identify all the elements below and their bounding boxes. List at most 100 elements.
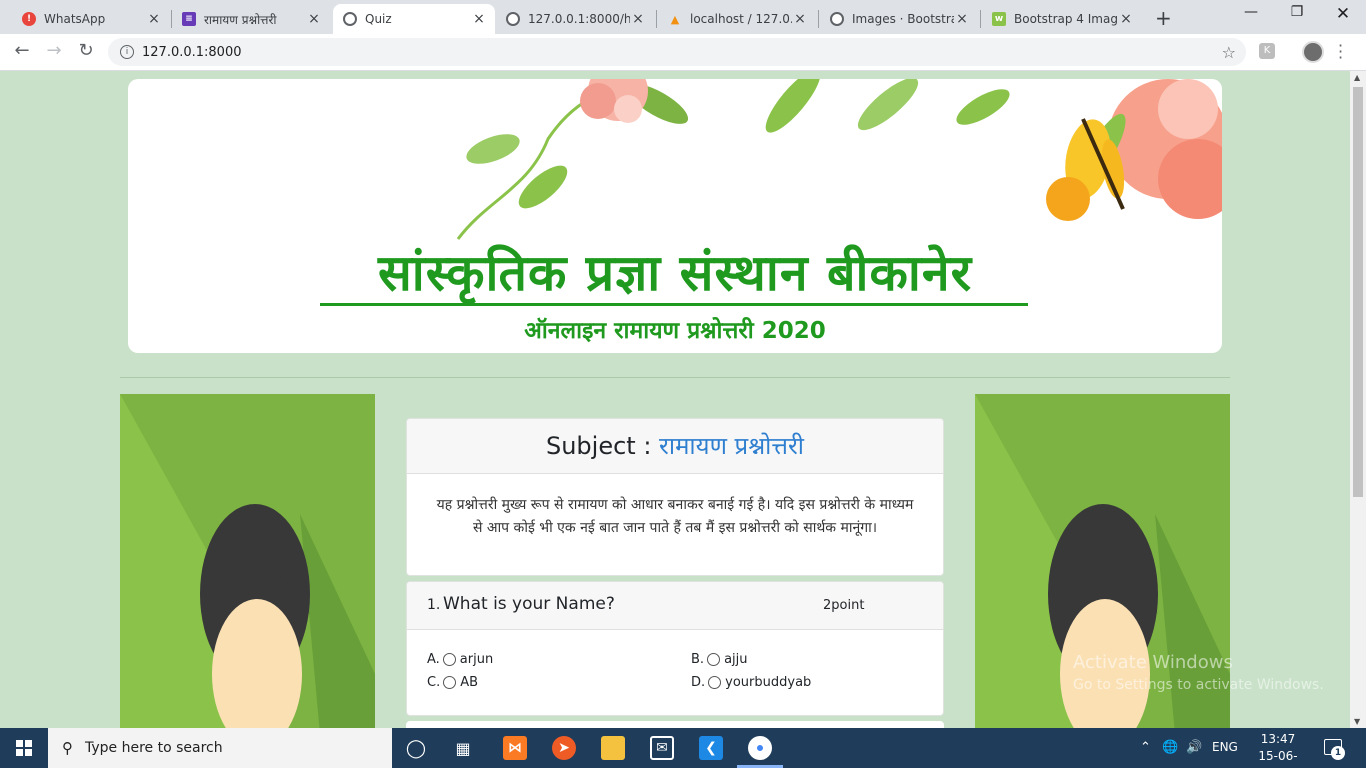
- tab-label: localhost / 127.0.0: [690, 12, 792, 26]
- browser-toolbar: ← → ↻ i 127.0.0.1:8000 ☆ K · · ·: [0, 34, 1366, 71]
- url-text[interactable]: 127.0.0.1:8000: [142, 45, 242, 60]
- network-globe-icon[interactable]: 🌐: [1162, 740, 1178, 755]
- scroll-up-icon[interactable]: ▲: [1354, 73, 1360, 82]
- option-label[interactable]: ajju: [724, 652, 747, 667]
- tab-close-icon[interactable]: ×: [630, 11, 646, 27]
- extension-icon[interactable]: K: [1259, 43, 1275, 59]
- option-a[interactable]: A. arjun: [427, 652, 493, 667]
- globe-icon: [506, 12, 520, 26]
- search-placeholder[interactable]: Type here to search: [85, 740, 223, 756]
- option-d[interactable]: D. yourbuddyab: [691, 675, 811, 690]
- address-bar[interactable]: i 127.0.0.1:8000 ☆: [108, 38, 1246, 66]
- tab-separator: [818, 10, 819, 28]
- tab-label: Quiz: [365, 12, 392, 26]
- option-c[interactable]: C. AB: [427, 675, 478, 690]
- windows-taskbar: ⚲ Type here to search ◯ ▦ ⋈ ➤ ✉ ❮ ⌃ 🌐 🔊 …: [0, 728, 1366, 768]
- tab-phpmyadmin[interactable]: ▲ localhost / 127.0.0 ×: [658, 4, 816, 34]
- tab-close-icon[interactable]: ×: [306, 11, 322, 27]
- page-viewport: सांस्कृतिक प्रज्ञा संस्थान बीकानेर ऑनलाइ…: [0, 71, 1350, 728]
- banner-underline: [320, 303, 1028, 306]
- option-label[interactable]: AB: [460, 675, 478, 690]
- option-letter: D.: [691, 675, 706, 690]
- phpmyadmin-icon: ▲: [670, 12, 680, 26]
- volume-icon[interactable]: 🔊: [1186, 740, 1202, 755]
- restore-button[interactable]: ❐: [1274, 4, 1320, 20]
- xampp-icon[interactable]: ⋈: [503, 736, 527, 760]
- search-icon: ⚲: [62, 739, 73, 757]
- google-forms-icon: ≡: [182, 12, 196, 26]
- scroll-down-icon[interactable]: ▼: [1354, 717, 1360, 726]
- notification-badge: 1: [1331, 746, 1345, 760]
- tab-bootstrap4-image[interactable]: w Bootstrap 4 Image ×: [982, 4, 1142, 34]
- radio-button[interactable]: [442, 653, 456, 666]
- tab-ramayan-form[interactable]: ≡ रामायण प्रश्नोत्तरी ×: [172, 4, 330, 34]
- info-icon[interactable]: i: [120, 45, 134, 59]
- whatsapp-alert-icon: !: [22, 12, 36, 26]
- reload-icon[interactable]: ↻: [74, 40, 98, 61]
- scrollbar-thumb[interactable]: [1353, 87, 1363, 497]
- floral-decoration-illustration: [456, 79, 1222, 240]
- mail-icon[interactable]: ✉: [650, 736, 674, 760]
- taskbar-clock[interactable]: 13:47 15-06-2020: [1248, 731, 1308, 768]
- tab-label: Images · Bootstrap: [852, 12, 954, 26]
- radio-button[interactable]: [443, 676, 457, 689]
- subject-header: Subject : रामायण प्रश्नोत्तरी: [407, 419, 943, 474]
- tab-label: रामायण प्रश्नोत्तरी: [204, 12, 277, 27]
- bootstrap-icon: w: [992, 12, 1006, 26]
- tab-label: 127.0.0.1:8000/hon: [528, 12, 630, 26]
- tab-close-icon[interactable]: ×: [471, 11, 487, 27]
- tab-label: WhatsApp: [44, 12, 106, 26]
- question-number: 1.: [427, 597, 441, 613]
- left-avatar-illustration: [120, 394, 375, 728]
- tab-bootstrap-images[interactable]: Images · Bootstrap ×: [820, 4, 978, 34]
- option-label[interactable]: yourbuddyab: [725, 675, 811, 690]
- new-tab-button[interactable]: +: [1155, 6, 1172, 30]
- activation-watermark-text: Go to Settings to activate Windows.: [1073, 677, 1324, 693]
- close-window-button[interactable]: ✕: [1320, 4, 1366, 24]
- radio-button[interactable]: [708, 676, 722, 689]
- subject-prefix: Subject :: [545, 432, 660, 460]
- vscode-icon[interactable]: ❮: [699, 736, 723, 760]
- tab-close-icon[interactable]: ×: [146, 11, 162, 27]
- globe-icon: [343, 12, 357, 26]
- tab-whatsapp[interactable]: ! WhatsApp ×: [12, 4, 170, 34]
- subject-name: रामायण प्रश्नोत्तरी: [659, 432, 805, 460]
- tab-separator: [656, 10, 657, 28]
- forward-arrow-icon[interactable]: →: [42, 40, 66, 61]
- minimize-button[interactable]: —: [1228, 4, 1274, 20]
- language-indicator[interactable]: ENG: [1212, 740, 1238, 754]
- subject-description: यह प्रश्नोत्तरी मुख्य रूप से रामायण को आ…: [436, 497, 914, 536]
- tab-close-icon[interactable]: ×: [1118, 11, 1134, 27]
- show-hidden-icons-icon[interactable]: ⌃: [1140, 740, 1151, 755]
- file-explorer-icon[interactable]: [601, 736, 625, 760]
- vertical-scrollbar[interactable]: ▲ ▼: [1350, 71, 1366, 728]
- question-points: 2point: [823, 598, 865, 613]
- banner-title: सांस्कृतिक प्रज्ञा संस्थान बीकानेर: [377, 244, 973, 302]
- bookmark-star-icon[interactable]: ☆: [1222, 43, 1236, 62]
- task-view-icon[interactable]: ◯: [404, 736, 428, 760]
- tab-quiz[interactable]: Quiz ×: [333, 4, 495, 34]
- chrome-icon[interactable]: [748, 736, 772, 760]
- kebab-menu-icon[interactable]: · · ·: [1338, 38, 1343, 66]
- option-b[interactable]: B. ajju: [691, 652, 748, 667]
- windows-start-icon[interactable]: [16, 740, 32, 756]
- divider: [120, 377, 1230, 378]
- option-letter: C.: [427, 675, 441, 690]
- tab-localhost-home[interactable]: 127.0.0.1:8000/hon ×: [496, 4, 654, 34]
- profile-avatar[interactable]: [1302, 41, 1324, 63]
- question-text: What is your Name?: [443, 594, 615, 614]
- option-label[interactable]: arjun: [460, 652, 493, 667]
- postman-icon[interactable]: ➤: [552, 736, 576, 760]
- option-letter: B.: [691, 652, 705, 667]
- radio-button[interactable]: [707, 653, 721, 666]
- taskbar-search-box[interactable]: ⚲ Type here to search: [48, 728, 392, 768]
- question-card: 1. What is your Name? 2point A. arjun B.…: [406, 581, 944, 716]
- next-question-card: [406, 721, 944, 728]
- task-view-icon[interactable]: ▦: [451, 736, 475, 760]
- activation-watermark-title: Activate Windows: [1073, 652, 1233, 673]
- tab-separator: [980, 10, 981, 28]
- header-banner: सांस्कृतिक प्रज्ञा संस्थान बीकानेर ऑनलाइ…: [128, 79, 1222, 353]
- back-arrow-icon[interactable]: ←: [10, 40, 34, 61]
- tab-close-icon[interactable]: ×: [792, 11, 808, 27]
- tab-close-icon[interactable]: ×: [954, 11, 970, 27]
